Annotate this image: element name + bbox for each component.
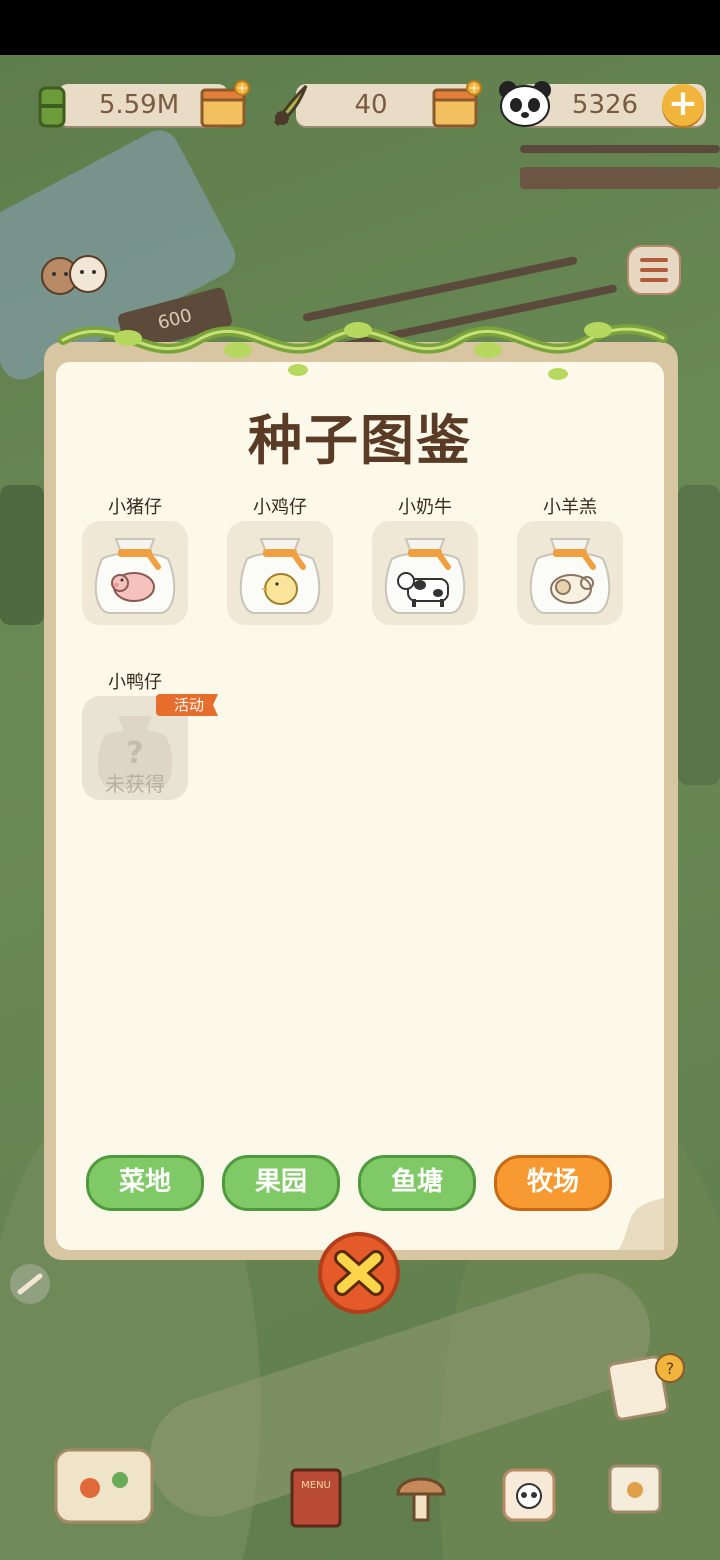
seed-card-duck[interactable]: 小鸭仔 ? 未获得 bbox=[80, 670, 190, 800]
tab-fish-pond[interactable]: 鱼塘 bbox=[358, 1155, 476, 1211]
map-icon[interactable] bbox=[50, 1440, 160, 1530]
dialog-title: 种子图鉴 bbox=[248, 409, 472, 472]
notes-help-icon[interactable]: ? bbox=[608, 1352, 688, 1422]
seed-card-label: 小奶牛 bbox=[398, 497, 452, 518]
seed-card-label: 小鸡仔 bbox=[253, 497, 307, 518]
seed-card-sheep[interactable]: 小羊羔 bbox=[515, 495, 625, 625]
pig-seed-bag-icon bbox=[94, 538, 176, 614]
tab-vegetable-field[interactable]: 菜地 bbox=[86, 1155, 204, 1211]
seed-card-label: 小鸭仔 bbox=[108, 672, 162, 693]
svg-text:+: + bbox=[237, 81, 247, 95]
shop-icon[interactable]: + bbox=[430, 80, 482, 130]
leaf-icon bbox=[274, 84, 308, 126]
locked-text: 未获得 bbox=[105, 772, 165, 796]
resource-bar: 5.59M + 40 + 5326 + bbox=[0, 78, 720, 132]
bush bbox=[678, 485, 720, 785]
bamboo-value: 5.59M bbox=[98, 90, 180, 120]
seed-card-tile bbox=[372, 521, 478, 625]
close-icon bbox=[334, 1250, 384, 1296]
panda-coin-value: 5326 bbox=[571, 90, 639, 120]
vine-decoration bbox=[58, 322, 668, 380]
seed-card-pig[interactable]: 小猪仔 bbox=[80, 495, 190, 625]
shop-icon[interactable]: + bbox=[198, 80, 250, 130]
tool-icon[interactable] bbox=[6, 1262, 54, 1308]
bamboo-icon bbox=[38, 86, 66, 128]
question-mark: ? bbox=[126, 736, 144, 771]
wooden-log bbox=[520, 167, 720, 189]
seed-card-chick[interactable]: 小鸡仔 bbox=[225, 495, 335, 625]
event-badge: 活动 bbox=[156, 694, 219, 716]
recipe-book-icon[interactable]: MENU bbox=[286, 1466, 346, 1530]
sheep-seed-bag-icon bbox=[529, 538, 611, 614]
seed-card-tile bbox=[227, 521, 333, 625]
leaf-value: 40 bbox=[354, 90, 388, 120]
tab-orchard[interactable]: 果园 bbox=[222, 1155, 340, 1211]
friends-icon[interactable] bbox=[36, 248, 112, 298]
chick-seed-bag-icon bbox=[239, 538, 321, 614]
panda-icon bbox=[499, 81, 551, 127]
gift-box-icon[interactable] bbox=[604, 1442, 666, 1520]
mushroom-icon[interactable] bbox=[392, 1466, 450, 1530]
add-currency-button[interactable]: + bbox=[662, 84, 704, 126]
menu-list-icon[interactable] bbox=[626, 244, 682, 296]
page-corner-fold bbox=[618, 1198, 664, 1250]
cow-seed-bag-icon bbox=[384, 538, 466, 614]
menu-sign: MENU bbox=[301, 1480, 331, 1491]
wooden-log bbox=[520, 145, 720, 153]
seed-card-label: 小猪仔 bbox=[108, 497, 162, 518]
svg-text:+: + bbox=[469, 81, 479, 95]
bush bbox=[0, 485, 44, 625]
panda-card-icon[interactable] bbox=[498, 1462, 560, 1526]
seed-card-tile bbox=[82, 521, 188, 625]
seed-card-tile bbox=[517, 521, 623, 625]
close-button[interactable] bbox=[318, 1232, 400, 1314]
svg-text:?: ? bbox=[666, 1359, 675, 1378]
tab-ranch[interactable]: 牧场 bbox=[494, 1155, 612, 1211]
seed-card-label: 小羊羔 bbox=[543, 497, 597, 518]
seed-card-cow[interactable]: 小奶牛 bbox=[370, 495, 480, 625]
